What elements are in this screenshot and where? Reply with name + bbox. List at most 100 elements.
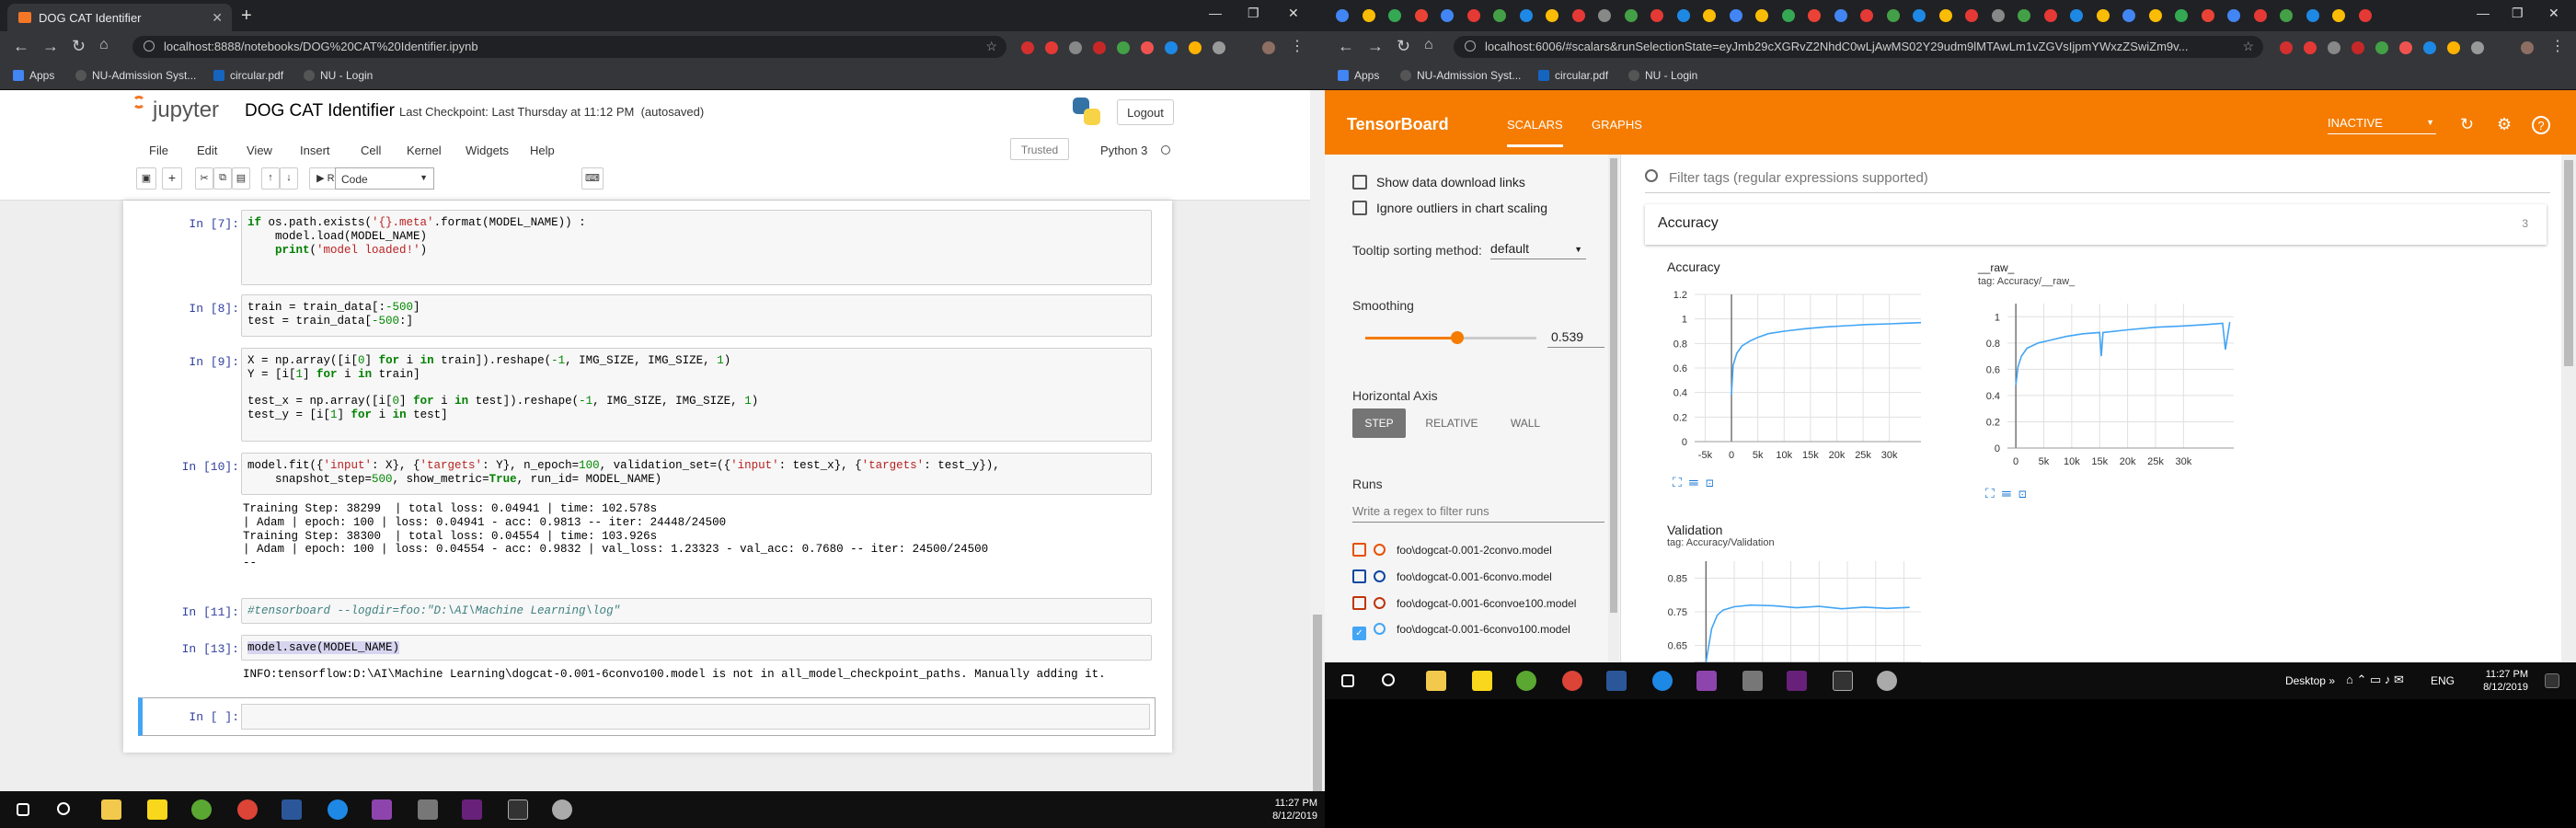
back-icon[interactable]: ←: [1338, 37, 1354, 56]
page-scrollbar[interactable]: [1310, 90, 1325, 828]
category-accuracy[interactable]: Accuracy 3: [1645, 204, 2547, 245]
ignore-outliers-checkbox[interactable]: Ignore outliers in chart scaling: [1352, 201, 1547, 215]
edge-icon[interactable]: [1652, 671, 1673, 691]
search-icon[interactable]: [1382, 673, 1395, 686]
cut-icon[interactable]: ✂: [195, 167, 213, 190]
tab-favicon-icon[interactable]: [2018, 9, 2030, 22]
vscode-icon[interactable]: [462, 799, 482, 820]
notebook-title[interactable]: DOG CAT Identifier: [245, 101, 395, 121]
bookmark-apps[interactable]: Apps: [13, 69, 54, 82]
start-icon[interactable]: [1341, 674, 1354, 687]
main-scrollbar[interactable]: [2561, 155, 2576, 662]
file-explorer-icon[interactable]: [1426, 671, 1446, 691]
word-icon[interactable]: [282, 799, 302, 820]
tab-favicon-icon[interactable]: [2070, 9, 2083, 22]
notifications-icon[interactable]: [2545, 673, 2559, 688]
profile-avatar-icon[interactable]: [1262, 41, 1275, 54]
chrome-icon[interactable]: [1562, 671, 1582, 691]
code-cell[interactable]: In [9]: X = np.array([i[0] for i in trai…: [138, 348, 1159, 443]
cell-input[interactable]: model.save(MODEL_NAME): [241, 635, 1152, 661]
fit-domain-icon[interactable]: ⊡: [1706, 475, 1714, 489]
dashboard-select[interactable]: INACTIVE ▼: [2328, 116, 2436, 134]
start-icon[interactable]: [17, 803, 29, 816]
code-cell[interactable]: In [10]: model.fit({'input': X}, {'targe…: [138, 453, 1159, 591]
sticky-notes-icon[interactable]: [147, 799, 167, 820]
validation-chart[interactable]: 0.65 0.75 0.85: [1656, 548, 1932, 662]
tab-favicon-icon[interactable]: [1781, 9, 1795, 22]
tag-filter-input[interactable]: Filter tags (regular expressions support…: [1645, 164, 2550, 193]
tab-favicon-icon[interactable]: [1388, 9, 1401, 22]
minimize-icon[interactable]: —: [1209, 6, 1222, 20]
extension-icon[interactable]: [1165, 41, 1178, 54]
fullscreen-icon[interactable]: ⛶: [1673, 475, 1682, 489]
checkbox-icon[interactable]: [1352, 543, 1366, 557]
tab-favicon-icon[interactable]: [2306, 9, 2319, 22]
tab-favicon-icon[interactable]: [1913, 9, 1926, 22]
series-line[interactable]: [2015, 321, 2231, 385]
taskbar-clock[interactable]: 11:27 PM 8/12/2019: [2462, 668, 2528, 694]
tab-favicon-icon[interactable]: [2201, 9, 2214, 22]
haxis-wall-button[interactable]: WALL: [1498, 408, 1553, 438]
bookmark-star-icon[interactable]: ☆: [985, 39, 997, 54]
bookmark-star-icon[interactable]: ☆: [2242, 39, 2254, 54]
tab-favicon-icon[interactable]: [1519, 9, 1533, 22]
menu-view[interactable]: View: [247, 144, 272, 157]
extension-icon[interactable]: [1021, 41, 1034, 54]
close-window-icon[interactable]: ✕: [2548, 6, 2559, 21]
kernel-name[interactable]: Python 3: [1100, 144, 1147, 157]
desktop-toolbar[interactable]: Desktop »: [2283, 674, 2335, 687]
terminal-icon[interactable]: [1833, 671, 1853, 691]
help-icon[interactable]: ?: [2532, 116, 2550, 134]
menu-widgets[interactable]: Widgets: [466, 144, 509, 157]
reload-icon[interactable]: ↻: [1397, 37, 1410, 56]
new-tab-icon[interactable]: +: [241, 6, 252, 27]
profile-avatar-icon[interactable]: [2521, 41, 2534, 54]
extension-icon[interactable]: [1069, 41, 1082, 54]
code-cell[interactable]: In [7]: if os.path.exists('{}.meta'.form…: [138, 210, 1159, 287]
runs-filter-input[interactable]: Write a regex to filter runs: [1352, 504, 1604, 523]
tab-favicon-icon[interactable]: [1808, 9, 1821, 22]
extension-icon[interactable]: [1117, 41, 1130, 54]
tooltip-sorting-select[interactable]: default ▼: [1490, 241, 1586, 259]
run-color-radio-icon[interactable]: [1374, 597, 1386, 609]
home-icon[interactable]: ⌂: [99, 37, 109, 53]
smoothing-slider[interactable]: [1365, 331, 1536, 344]
forward-icon[interactable]: →: [42, 37, 59, 56]
tab-favicon-icon[interactable]: [1650, 9, 1663, 22]
extension-icon[interactable]: [1045, 41, 1058, 54]
run-item[interactable]: foo\dogcat-0.001-6convoe100.model: [1352, 596, 1576, 610]
tab-favicon-icon[interactable]: [1965, 9, 1978, 22]
cell-input[interactable]: X = np.array([i[0] for i in train]).resh…: [241, 348, 1152, 442]
tab-favicon-icon[interactable]: [1755, 9, 1768, 22]
tab-favicon-icon[interactable]: [1493, 9, 1506, 22]
settings-gear-icon[interactable]: ⚙: [2497, 115, 2512, 134]
haxis-step-button[interactable]: STEP: [1352, 408, 1406, 438]
maximize-icon[interactable]: ❐: [1248, 6, 1259, 21]
extension-icon[interactable]: [2447, 41, 2460, 54]
menu-kebab-icon[interactable]: ⋮: [2550, 37, 2565, 55]
checkbox-icon[interactable]: [1352, 596, 1366, 610]
word-icon[interactable]: [1606, 671, 1627, 691]
trusted-indicator[interactable]: Trusted: [1010, 138, 1069, 160]
tools-icon[interactable]: [418, 799, 438, 820]
tab-graphs[interactable]: GRAPHS: [1592, 118, 1642, 132]
tab-favicon-icon[interactable]: [1729, 9, 1742, 22]
home-icon[interactable]: ⌂: [1424, 37, 1433, 53]
data-list-icon[interactable]: ☰: [1689, 475, 1699, 489]
chrome-icon[interactable]: [237, 799, 258, 820]
tab-favicon-icon[interactable]: [1991, 9, 2005, 22]
extension-icon[interactable]: [2328, 41, 2340, 54]
jupyter-logo[interactable]: jupyter: [132, 96, 219, 123]
cell-input[interactable]: model.fit({'input': X}, {'targets': Y}, …: [241, 453, 1152, 495]
tensorboard-brand[interactable]: TensorBoard: [1347, 115, 1449, 134]
extension-icon[interactable]: [1213, 41, 1225, 54]
bookmark-circular[interactable]: circular.pdf: [1538, 69, 1608, 82]
smoothing-value-input[interactable]: 0.539: [1547, 329, 1604, 348]
visual-studio-icon[interactable]: [1696, 671, 1717, 691]
tab-favicon-icon[interactable]: [1938, 9, 1952, 22]
tab-favicon-icon[interactable]: [1546, 9, 1558, 22]
extension-icon[interactable]: [1189, 41, 1202, 54]
run-item[interactable]: foo\dogcat-0.001-2convo.model: [1352, 543, 1552, 557]
bookmark-nu-login[interactable]: NU - Login: [304, 69, 373, 82]
url-field[interactable]: localhost:8888/notebooks/DOG%20CAT%20Ide…: [132, 36, 1006, 58]
